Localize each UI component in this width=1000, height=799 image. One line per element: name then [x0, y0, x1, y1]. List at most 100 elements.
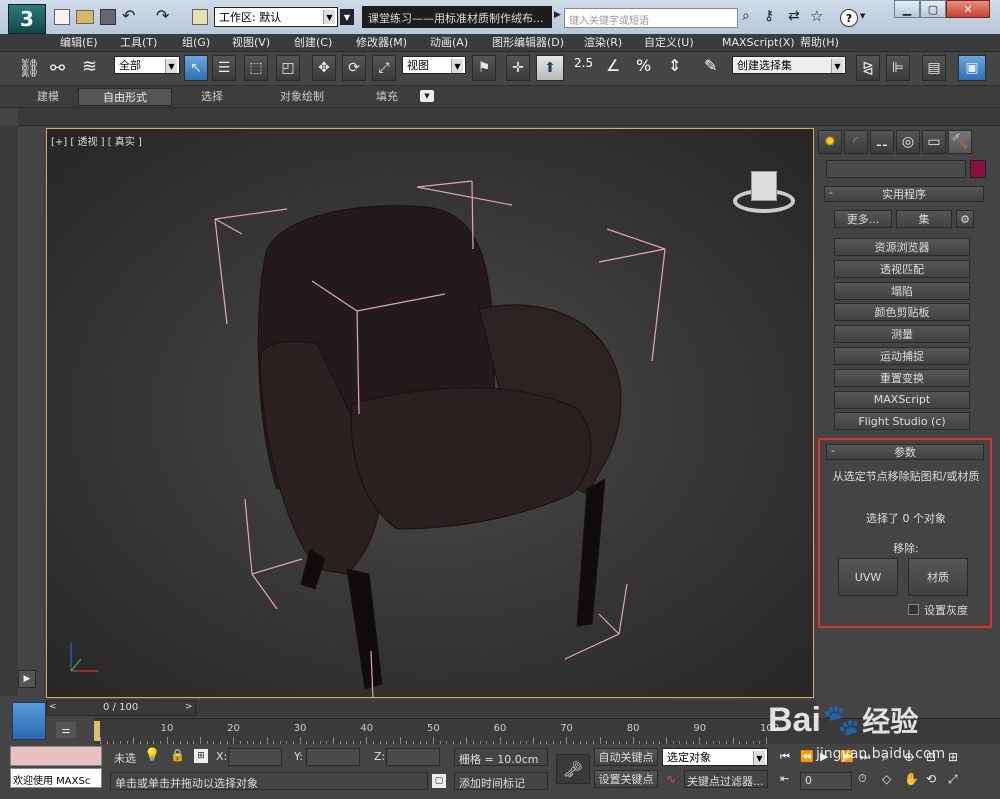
add-time-tag-icon[interactable]: ▢	[432, 774, 446, 788]
orbit-icon[interactable]: ⟲	[926, 772, 936, 786]
select-by-name-button[interactable]: ☰	[212, 55, 236, 81]
app-logo-icon[interactable]: 3	[8, 4, 46, 34]
zoom-all-icon[interactable]: ⊕	[904, 750, 914, 764]
menu-item[interactable]: MAXScript(X)	[720, 34, 798, 52]
save-icon[interactable]	[100, 9, 116, 25]
sets-button[interactable]: 集	[896, 210, 952, 228]
utilities-tab-icon[interactable]: 🔨	[948, 130, 972, 154]
menu-item[interactable]: 创建(C)	[292, 34, 354, 52]
field-of-view-icon[interactable]: ◇	[882, 772, 891, 786]
play-arrow-icon[interactable]: ▶	[554, 10, 561, 20]
create-tab-icon[interactable]: ✹	[818, 130, 842, 154]
named-selection-set-dropdown[interactable]: 创建选择集 ▼	[732, 56, 846, 74]
menu-item[interactable]: 视图(V)	[230, 34, 292, 52]
scale-button[interactable]: ⤢	[372, 55, 396, 81]
angle-snap-icon[interactable]: ∠	[606, 56, 620, 75]
workspace-dropdown[interactable]: 工作区: 默认 ▼	[214, 7, 338, 27]
ribbon-tab[interactable]: 选择	[172, 88, 252, 106]
move-button[interactable]: ✥	[312, 55, 336, 81]
utility-button[interactable]: 颜色剪贴板	[834, 303, 970, 322]
favorites-star-icon[interactable]: ☆	[810, 7, 823, 25]
display-tab-icon[interactable]: ▭	[922, 130, 946, 154]
menu-item[interactable]: 动画(A)	[428, 34, 490, 52]
configure-button-sets-icon[interactable]: ⚙	[956, 210, 974, 228]
binoculars-icon[interactable]: ⌕	[742, 8, 750, 24]
selection-filter-dropdown[interactable]: 全部 ▼	[114, 56, 180, 74]
zoom-extents-icon[interactable]: ⊡	[926, 750, 936, 764]
viewport[interactable]: [+] [ 透视 ] [ 真实 ]	[46, 128, 814, 698]
track-bar-filter-icon[interactable]: ⚌	[56, 722, 76, 738]
add-time-tag-button[interactable]: 添加时间标记	[454, 772, 548, 790]
maxscript-listener[interactable]: 欢迎使用 MAXSc	[10, 768, 102, 788]
new-file-icon[interactable]	[54, 9, 70, 25]
utility-button[interactable]: 透视匹配	[834, 259, 970, 278]
time-slider[interactable]: < 0 / 100 >	[46, 700, 196, 716]
prev-frame-icon[interactable]: <	[49, 702, 57, 712]
x-coordinate-field[interactable]	[228, 748, 282, 766]
menu-item[interactable]: 组(G)	[180, 34, 230, 52]
open-file-icon[interactable]	[76, 10, 94, 24]
window-crossing-button[interactable]: ◰	[276, 55, 300, 81]
hierarchy-tab-icon[interactable]: ⚋	[870, 130, 894, 154]
object-name-field[interactable]	[826, 160, 966, 178]
key-filter-icon[interactable]: ∿	[666, 772, 676, 786]
utility-button[interactable]: 测量	[834, 325, 970, 344]
utility-button[interactable]: 运动捕捉	[834, 346, 970, 365]
percent-snap-button[interactable]: %	[636, 56, 651, 75]
track-bar[interactable]: 10 20 30 40 50 60 70 80 90 100	[94, 718, 1000, 745]
layer-manager-button[interactable]: ▤	[922, 55, 946, 81]
align-button[interactable]: ⊫	[886, 55, 910, 81]
absolute-mode-icon[interactable]: ⊞	[194, 749, 208, 763]
current-frame-field[interactable]: 0	[800, 772, 852, 790]
pan-icon[interactable]: ✋	[904, 772, 919, 786]
next-key-icon[interactable]: ⏩	[840, 750, 854, 763]
maximize-button[interactable]: ▢	[920, 0, 946, 18]
pivot-center-button[interactable]: ⚑	[472, 55, 496, 81]
dropdown-arrow-icon[interactable]: ▼	[340, 9, 354, 25]
undo-icon[interactable]: ↶	[122, 6, 135, 25]
menu-item[interactable]: 修改器(M)	[354, 34, 428, 52]
bind-space-warp-icon[interactable]: ≋	[82, 56, 97, 77]
play-icon[interactable]: ▶	[820, 750, 828, 763]
spinner-snap-icon[interactable]: ⇕	[668, 56, 681, 75]
more-button[interactable]: 更多...	[834, 210, 892, 228]
zoom-icon[interactable]: ⌕	[882, 750, 889, 765]
maxscript-listener-top[interactable]	[10, 746, 102, 766]
select-manipulate-button[interactable]: ✛	[506, 55, 530, 81]
key-mode-toggle-icon[interactable]: ⇤	[780, 772, 789, 785]
utility-button[interactable]: MAXScript	[834, 390, 970, 409]
utility-button[interactable]: 资源浏览器	[834, 238, 970, 256]
ribbon-tab[interactable]: 自由形式	[78, 88, 172, 106]
graphite-toggle-button[interactable]: ▣	[958, 55, 986, 81]
ribbon-tab[interactable]: 对象绘制	[252, 88, 352, 106]
search-input[interactable]: 键入关键字或短语	[564, 8, 738, 28]
prev-key-icon[interactable]: ⏪	[800, 750, 814, 763]
expand-arrow-icon[interactable]: ▶	[18, 670, 36, 688]
menu-item[interactable]: 编辑(E)	[58, 34, 118, 52]
motion-tab-icon[interactable]: ◎	[896, 130, 920, 154]
set-key-icon[interactable]: 🗝	[556, 754, 590, 784]
z-coordinate-field[interactable]	[386, 748, 440, 766]
mirror-button[interactable]: ⧎	[856, 55, 880, 81]
menu-item[interactable]: 工具(T)	[118, 34, 180, 52]
zoom-extents-all-icon[interactable]: ⊞	[948, 750, 958, 764]
set-gray-checkbox[interactable]	[908, 604, 919, 615]
menu-item[interactable]: 图形编辑器(D)	[490, 34, 582, 52]
mini-listener-icon[interactable]	[12, 702, 46, 740]
ribbon-tab[interactable]: 填充	[352, 88, 422, 106]
help-button[interactable]: ?	[840, 9, 858, 27]
menu-item[interactable]: 帮助(H)	[798, 34, 854, 52]
project-folder-icon[interactable]	[192, 9, 208, 25]
maximize-viewport-icon[interactable]: ⤢	[948, 772, 958, 787]
goto-start-icon[interactable]: ⏮	[780, 750, 790, 764]
object-color-swatch[interactable]	[970, 160, 986, 178]
remove-material-button[interactable]: 材质	[908, 558, 968, 596]
keyboard-shortcut-override-button[interactable]: ⬆	[536, 55, 564, 81]
ribbon-tab[interactable]: 建模	[18, 88, 78, 106]
minimize-button[interactable]: ▁	[894, 0, 920, 18]
utility-button[interactable]: 重置变换	[834, 368, 970, 387]
reference-coordinate-dropdown[interactable]: 视图 ▼	[402, 56, 466, 74]
redo-icon[interactable]: ↷	[156, 6, 169, 25]
y-coordinate-field[interactable]	[306, 748, 360, 766]
lock-icon[interactable]: 🔒	[170, 748, 185, 762]
